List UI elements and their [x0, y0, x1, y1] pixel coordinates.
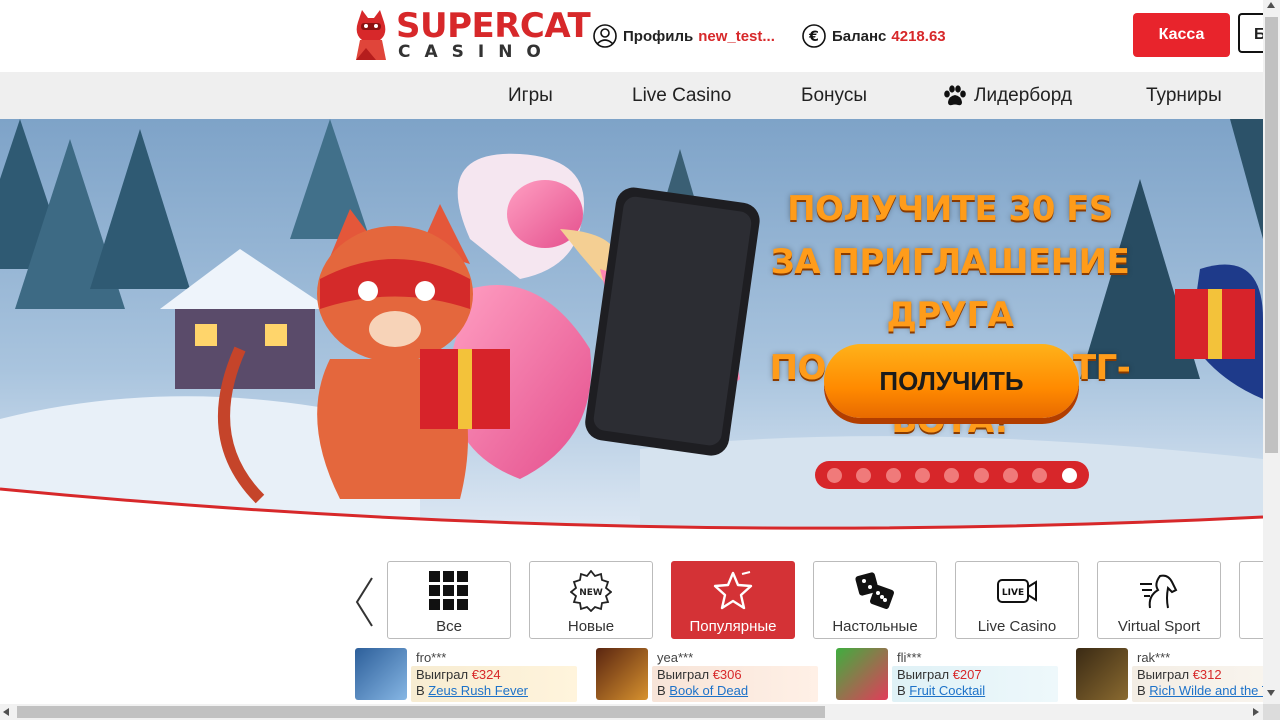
scroll-left-arrow-icon[interactable] [3, 708, 9, 716]
category-popular[interactable]: Популярные [671, 561, 795, 639]
category-table[interactable]: Настольные [813, 561, 937, 639]
winner-username: yea*** [657, 650, 694, 665]
balance-value: 4218.63 [891, 27, 946, 45]
vertical-scrollbar[interactable] [1263, 0, 1280, 704]
category-all[interactable]: Все [387, 561, 511, 639]
promo-line-1: ПОЛУЧИТЕ 30 FS [787, 189, 1113, 229]
scroll-down-arrow-icon[interactable] [1267, 690, 1275, 696]
slide-dot[interactable] [1003, 467, 1019, 483]
slide-dot[interactable] [1032, 467, 1048, 483]
winner-amount: €207 [952, 667, 982, 682]
scroll-up-arrow-icon[interactable] [1267, 2, 1275, 8]
category-label: Live Casino [977, 618, 1057, 635]
category-partial[interactable] [1239, 561, 1263, 639]
category-label: Популярные [689, 618, 777, 635]
nav-item-leaderboard[interactable]: Лидерборд [943, 72, 1072, 119]
nav-item-bonuses[interactable]: Бонусы [801, 72, 867, 119]
game-thumbnail[interactable] [1076, 648, 1128, 700]
profile-label: Профиль [623, 27, 694, 45]
svg-text:LIVE: LIVE [1002, 588, 1024, 598]
winner-username: fro*** [416, 650, 447, 665]
winner-item[interactable]: fli*** Выиграл €207 В Fruit Cocktail [836, 648, 1058, 704]
nav-item-tournaments[interactable]: Турниры [1146, 72, 1222, 119]
promo-banner[interactable]: ПОЛУЧИТЕ 30 FS ЗА ПРИГЛАШЕНИЕ ДРУГА ПО С… [0, 119, 1263, 536]
balance-label: Баланс [832, 27, 887, 45]
new-badge-icon: NEW [570, 570, 612, 612]
logo-text-casino: CASINO [398, 42, 555, 62]
logo-text-super: SUPERCAT [396, 6, 591, 46]
horizontal-scrollbar[interactable] [0, 704, 1263, 720]
winner-amount: €306 [712, 667, 742, 682]
supercat-logo[interactable]: SUPERCAT CASINO [352, 6, 591, 64]
nav-item-live-casino[interactable]: Live Casino [632, 72, 731, 119]
nav-item-games[interactable]: Игры [508, 72, 553, 119]
profile-username: new_test... [698, 27, 775, 45]
game-link[interactable]: Book of Dead [669, 683, 748, 698]
horse-icon [1140, 574, 1178, 609]
slide-dot[interactable] [915, 467, 931, 483]
live-camera-icon: LIVE [997, 579, 1037, 603]
slide-dot-active[interactable] [1061, 467, 1077, 483]
game-thumbnail[interactable] [355, 648, 407, 700]
winner-game-line: В Zeus Rush Fever [416, 683, 528, 698]
game-thumbnail[interactable] [836, 648, 888, 700]
winner-game-line: В Book of Dead [657, 683, 749, 698]
scrollbar-corner [1263, 704, 1280, 720]
profile-link[interactable]: Профиль new_test... [593, 22, 775, 50]
slide-dot[interactable] [973, 467, 989, 483]
paw-icon [944, 84, 966, 105]
vertical-scrollbar-thumb[interactable] [1265, 17, 1278, 453]
category-label: Новые [567, 618, 615, 635]
promo-line-2: ЗА ПРИГЛАШЕНИЕ ДРУГА [770, 242, 1130, 335]
svg-text:€: € [808, 29, 819, 45]
winner-amount: €324 [471, 667, 501, 682]
scroll-right-arrow-icon[interactable] [1253, 708, 1259, 716]
game-link[interactable]: Fruit Cocktail [909, 683, 985, 698]
category-label: Все [436, 618, 462, 635]
slide-dot[interactable] [885, 467, 901, 483]
winner-amount-line: Выиграл €306 [657, 667, 742, 682]
user-icon [593, 24, 617, 48]
balance-display[interactable]: € Баланс 4218.63 [802, 22, 946, 50]
site-header: SUPERCAT CASINO Профиль new_test... € Ба… [0, 0, 1278, 73]
winner-username: fli*** [897, 650, 922, 665]
grid-icon [429, 571, 468, 610]
winner-item[interactable]: fro*** Выиграл €324 В Zeus Rush Fever [355, 648, 577, 704]
star-icon [713, 571, 753, 610]
category-new[interactable]: NEW Новые [529, 561, 653, 639]
kassa-button[interactable]: Касса [1133, 13, 1230, 57]
game-link[interactable]: Rich Wilde and the Tom [1149, 683, 1263, 698]
main-nav: Игры Live Casino Бонусы Лидерборд Турнир… [0, 72, 1263, 119]
slide-dot[interactable] [944, 467, 960, 483]
winner-item[interactable]: yea*** Выиграл €306 В Book of Dead [596, 648, 818, 704]
slide-dot[interactable] [827, 467, 843, 483]
category-live-casino[interactable]: LIVE Live Casino [955, 561, 1079, 639]
winner-game-line: В Rich Wilde and the Tom [1137, 683, 1263, 698]
category-label: Настольные [832, 618, 918, 635]
slide-dot[interactable] [856, 467, 872, 483]
svg-text:NEW: NEW [579, 588, 603, 598]
category-label: Virtual Sport [1117, 618, 1201, 635]
game-link[interactable]: Zeus Rush Fever [428, 683, 528, 698]
horizontal-scrollbar-thumb[interactable] [17, 706, 825, 718]
nav-item-leaderboard-label: Лидерборд [974, 85, 1072, 106]
dice-icon [855, 572, 894, 609]
winner-amount-line: Выиграл €324 [416, 667, 501, 682]
category-virtual-sport[interactable]: Virtual Sport [1097, 561, 1221, 639]
game-thumbnail[interactable] [596, 648, 648, 700]
cat-mascot-icon [356, 10, 386, 60]
slider-pagination [815, 461, 1089, 489]
winner-game-line: В Fruit Cocktail [897, 683, 986, 698]
winner-item[interactable]: rak*** Выиграл €312 В Rich Wilde and the… [1076, 648, 1263, 704]
chevron-left-icon[interactable] [352, 576, 376, 628]
winner-amount: €312 [1192, 667, 1222, 682]
winner-amount-line: Выиграл €312 [1137, 667, 1222, 682]
get-bonus-button[interactable]: ПОЛУЧИТЬ [824, 344, 1079, 418]
euro-icon: € [802, 24, 826, 48]
winner-amount-line: Выиграл €207 [897, 667, 982, 682]
winner-username: rak*** [1137, 650, 1171, 665]
